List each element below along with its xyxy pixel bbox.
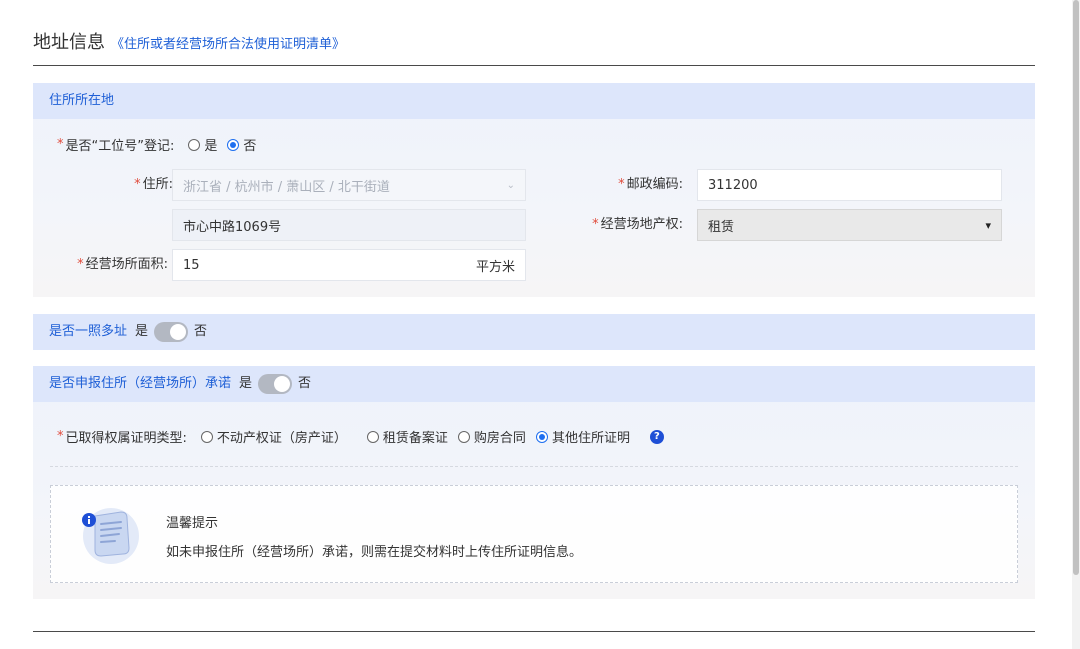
workstation-radio-yes[interactable]: 是 [188,135,217,154]
commitment-title: 是否申报住所（经营场所）承诺 [49,376,232,391]
cert-radio-lease-record[interactable]: 租赁备案证 [366,427,448,446]
area-value: 15 [183,257,200,273]
required-mark: * [134,177,141,192]
multi-address-no-label: 否 [194,324,208,339]
cert-radio-purchase-contract[interactable]: 购房合同 [457,427,526,446]
radio-label: 不动产权证（房产证） [216,431,347,446]
help-icon[interactable]: ? [649,429,664,444]
address-label: 住所: [142,177,173,192]
commitment-yes-label: 是 [239,376,253,391]
cert-radio-other-proof[interactable]: 其他住所证明 [535,427,630,446]
multi-address-header: 是否一照多址 是 否 [33,314,1035,350]
tip-box: 温馨提示 如未申报住所（经营场所）承诺，则需在提交材料时上传住所证明信息。 [50,485,1018,583]
multi-address-panel: 是否一照多址 是 否 [33,314,1035,350]
required-mark: * [618,177,625,192]
certificate-type-row: * 已取得权属证明类型: 不动产权证（房产证） 租赁备案证 购房合同 其他住所证 [57,427,664,446]
certificate-type-label: 已取得权属证明类型: [65,431,187,446]
certificate-list-link[interactable]: 《住所或者经营场所合法使用证明清单》 [111,33,345,52]
radio-label: 是 [204,139,218,154]
workstation-row: * 是否“工位号”登记: 是 否 [57,135,256,154]
area-unit: 平方米 [475,259,515,275]
required-mark: * [592,217,599,232]
page-title: 地址信息 [33,32,105,53]
chevron-down-icon: ⌄ [506,179,515,191]
radio-label: 购房合同 [473,431,526,446]
radio-unchecked-icon [457,430,470,443]
address-region-select[interactable]: 浙江省 / 杭州市 / 萧山区 / 北干街道 ⌄ [172,169,526,201]
cert-radio-property-deed[interactable]: 不动产权证（房产证） [200,427,347,446]
required-mark: * [57,137,64,152]
postal-code-input[interactable]: 311200 [697,169,1002,201]
radio-label: 租赁备案证 [382,431,448,446]
postal-label-wrap: * 邮政编码: [573,169,683,201]
toggle-knob [170,324,187,340]
tip-title: 温馨提示 [166,516,219,531]
property-value: 租赁 [708,219,735,235]
workstation-label: 是否“工位号”登记: [65,139,175,154]
radio-unchecked-icon [188,138,201,151]
postal-code-value: 311200 [708,177,758,193]
residence-panel-header: 住所所在地 [33,83,1035,119]
workstation-radio-group: 是 否 [174,135,256,154]
street-address-value: 市心中路1069号 [183,219,282,235]
area-label-wrap: * 经营场所面积: [43,249,168,281]
dashed-divider [50,466,1018,467]
address-label-wrap: * 住所: [93,169,173,201]
street-address-field[interactable]: 市心中路1069号 [172,209,526,241]
certificate-radio-group: 不动产权证（房产证） 租赁备案证 购房合同 其他住所证明 ? [187,427,664,446]
radio-checked-icon [227,138,240,151]
radio-unchecked-icon [200,430,213,443]
property-label-wrap: * 经营场地产权: [553,209,683,241]
radio-unchecked-icon [366,430,379,443]
multi-address-toggle[interactable] [154,322,189,342]
radio-label: 其他住所证明 [551,431,630,446]
multi-address-title: 是否一照多址 [49,324,128,339]
multi-address-yes-label: 是 [135,324,149,339]
area-input[interactable]: 15 平方米 [172,249,526,281]
address-region-text: 浙江省 / 杭州市 / 萧山区 / 北干街道 [183,179,390,195]
chevron-down-icon: ▾ [985,218,991,232]
tip-text: 如未申报住所（经营场所）承诺，则需在提交材料时上传住所证明信息。 [166,545,583,560]
required-mark: * [77,257,84,272]
vertical-scrollbar[interactable] [1072,0,1080,649]
toggle-knob [274,376,291,392]
radio-label: 否 [243,139,257,154]
top-divider [33,65,1035,66]
radio-checked-icon [535,430,548,443]
postal-label: 邮政编码: [626,177,683,192]
residence-panel-title: 住所所在地 [49,93,115,108]
residence-panel: 住所所在地 * 是否“工位号”登记: 是 否 * 住所: 浙江省 / 杭州市 / … [33,83,1035,297]
area-label: 经营场所面积: [85,257,168,272]
property-label: 经营场地产权: [600,217,683,232]
page: 地址信息 《住所或者经营场所合法使用证明清单》 住所所在地 * 是否“工位号”登… [0,0,1080,649]
document-info-icon [82,508,139,564]
property-select[interactable]: 租赁 ▾ [697,209,1002,241]
commitment-header: 是否申报住所（经营场所）承诺 是 否 [33,366,1035,402]
commitment-panel: 是否申报住所（经营场所）承诺 是 否 * 已取得权属证明类型: 不动产权证（房产… [33,366,1035,599]
commitment-toggle[interactable] [258,374,293,394]
workstation-radio-no[interactable]: 否 [227,135,256,154]
required-mark: * [57,429,64,444]
section-header: 地址信息 《住所或者经营场所合法使用证明清单》 [33,28,345,54]
scrollbar-thumb[interactable] [1073,0,1079,575]
bottom-divider [33,631,1035,632]
commitment-no-label: 否 [298,376,312,391]
